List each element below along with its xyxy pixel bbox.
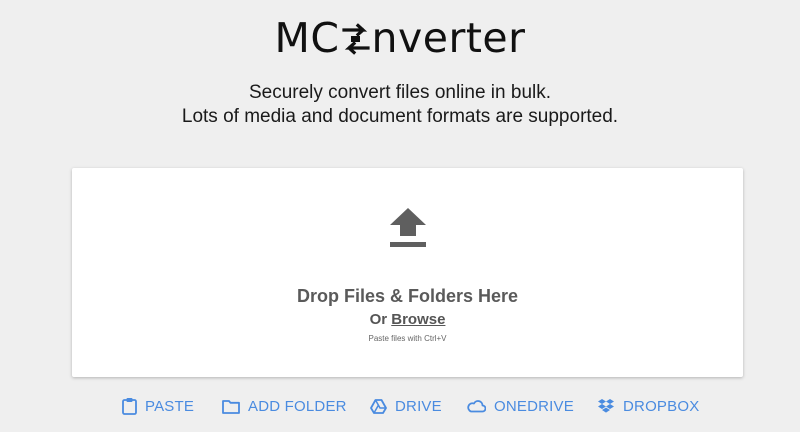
folder-icon <box>222 399 240 414</box>
logo-text-suffix: nverter <box>371 14 526 62</box>
onedrive-button[interactable]: ONEDRIVE <box>466 393 574 419</box>
upload-icon <box>390 208 426 247</box>
onedrive-button-label: ONEDRIVE <box>494 397 574 415</box>
dropbox-button[interactable]: DROPBOX <box>597 393 699 419</box>
google-drive-button-label: DRIVE <box>395 397 442 415</box>
import-sources-bar: PASTE ADD FOLDER DRIVE ONEDRIVE DROPBOX <box>0 393 800 419</box>
paste-hint: Paste files with Ctrl+V <box>368 334 447 343</box>
google-drive-button[interactable]: DRIVE <box>370 393 442 419</box>
or-browse-line: Or Browse <box>72 311 743 329</box>
google-drive-icon <box>370 398 387 414</box>
dropbox-icon <box>598 399 614 413</box>
paste-button[interactable]: PASTE <box>122 393 194 419</box>
paste-button-label: PASTE <box>145 397 195 415</box>
file-dropzone[interactable]: Drop Files & Folders Here Or Browse Past… <box>72 168 743 377</box>
add-folder-button[interactable]: ADD FOLDER <box>222 393 347 419</box>
browse-link[interactable]: Browse <box>391 311 445 328</box>
tagline-line-1: Securely convert files online in bulk. <box>248 82 552 103</box>
dropbox-button-label: DROPBOX <box>623 397 700 415</box>
convert-arrows-icon <box>341 17 371 55</box>
logo-text-prefix: MC <box>274 14 340 62</box>
tagline-line-2: Lots of media and document formats are s… <box>181 106 619 127</box>
or-text: Or <box>369 311 392 328</box>
onedrive-icon <box>467 400 486 413</box>
tagline: Securely convert files online in bulk. L… <box>0 81 800 129</box>
app-logo: MC nverter <box>0 14 800 62</box>
clipboard-icon <box>122 398 137 415</box>
add-folder-button-label: ADD FOLDER <box>248 397 347 415</box>
drop-title: Drop Files & Folders Here <box>296 286 519 306</box>
